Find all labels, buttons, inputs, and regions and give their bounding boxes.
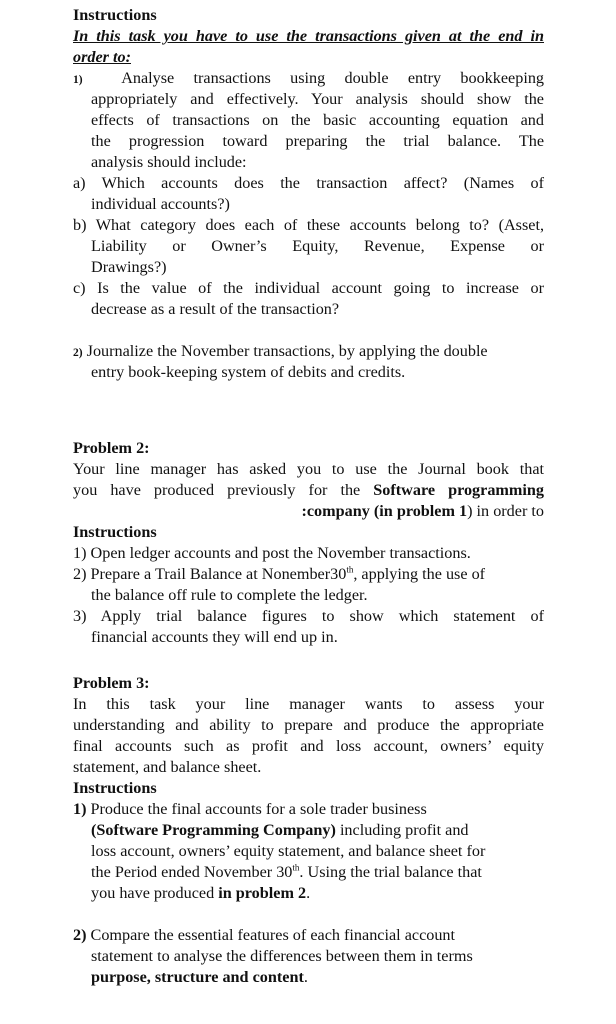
problem3-section: Problem 3: In this task your line manage… [73, 673, 544, 988]
problem3-para-line3: final accounts such as profit and loss a… [73, 737, 544, 755]
item2-journalize: 2) Journalize the November transactions,… [73, 341, 544, 383]
item1-text: Analyse transactions using double entry … [121, 69, 545, 87]
problem2-item2-line2: the balance off rule to complete the led… [91, 586, 368, 604]
document-page: Instructions In this task you have to us… [73, 5, 544, 988]
problem3-item2: 2) Compare the essential features of eac… [73, 925, 544, 988]
subitem-b-line3: Drawings?) [91, 258, 167, 276]
problem3-item1-line4-text: the Period ended November 30 [91, 863, 293, 881]
subitem-a-line2: individual accounts?) [91, 195, 230, 213]
item2-number: 2) [73, 347, 83, 359]
subitem-c-line1: c) Is the value of the individual accoun… [73, 279, 544, 297]
period: . [303, 968, 308, 986]
subitem-b-line1: b) What category does each of these acco… [73, 216, 544, 234]
company-name-bold: Software programming [373, 481, 544, 499]
problem3-para-line1: In this task your line manager wants to … [73, 695, 544, 713]
task-intro-line1: In this task you have to use the transac… [73, 27, 544, 45]
problem-ref-bold: in problem 2 [218, 884, 307, 902]
company-name-bold: (Software Programming Company) [91, 821, 336, 839]
problem3-item1-number: 1) [73, 800, 87, 818]
task-intro-line2-text: order to: [73, 48, 131, 66]
problem2-item3-line1: 3) Apply trial balance figures to show w… [73, 607, 544, 625]
subitem-c: c) Is the value of the individual accoun… [73, 278, 544, 320]
problem3-item1: 1) Produce the final accounts for a sole… [73, 799, 544, 904]
problem2-heading: Problem 2: [73, 439, 150, 457]
problem3-item2-number: 2) [73, 926, 87, 944]
problem2-para-line3: :company (in problem 1) in order to [73, 501, 544, 522]
subitem-a: a) Which accounts does the transaction a… [73, 173, 544, 215]
subitem-b-line2: Liability or Owner’s Equity, Revenue, Ex… [91, 237, 544, 255]
problem3-item1-line1: 1) Produce the final accounts for a sole… [73, 799, 544, 820]
problem2-para-line3-text: ) in order to [467, 502, 544, 520]
problem3-item1-line3: loss account, owners’ equity statement, … [91, 842, 486, 860]
problem2-item2-text-post: , applying the use of [353, 565, 486, 583]
problem3-item2-text: Compare the essential features of each f… [86, 926, 456, 944]
problem2-section: Problem 2: Your line manager has asked y… [73, 438, 544, 648]
item1-line3: effects of transactions on the basic acc… [91, 111, 544, 129]
period: . [306, 884, 311, 902]
item1-line1: 1) Analyse transactions using double ent… [73, 68, 544, 89]
problem3-item1-line5: you have produced in problem 2. [73, 883, 544, 904]
problem2-item3-line2: financial accounts they will end up in. [91, 628, 338, 646]
problem1-section: Instructions In this task you have to us… [73, 5, 544, 383]
subitem-c-line2: decrease as a result of the transaction? [91, 300, 340, 318]
item2-text: Journalize the November transactions, by… [86, 342, 488, 360]
problem3-heading: Problem 3: [73, 674, 150, 692]
item2-line2: entry book-keeping system of debits and … [91, 363, 406, 381]
problem3-para-line4: statement, and balance sheet. [73, 758, 262, 776]
problem2-item2-text: 2) Prepare a Trail Balance at Nonember30 [73, 565, 347, 583]
problem3-instructions-heading: Instructions [73, 779, 157, 797]
problem3-item2-line3: purpose, structure and content. [73, 967, 544, 988]
problem3-item2-line2: statement to analyse the differences bet… [91, 947, 473, 965]
problem3-item1-line4: the Period ended November 30th. Using th… [73, 862, 544, 883]
problem3-item1-line5-text: you have produced [91, 884, 219, 902]
task-intro-line2: order to: [73, 47, 544, 68]
problem2-item2-line1: 2) Prepare a Trail Balance at Nonember30… [73, 564, 544, 585]
problem2-para-line1: Your line manager has asked you to use t… [73, 460, 544, 478]
item1-number: 1) [73, 74, 83, 86]
problem2-instructions-heading: Instructions [73, 523, 157, 541]
problem3-item1-text: Produce the final accounts for a sole tr… [86, 800, 427, 818]
item1-analyse: 1) Analyse transactions using double ent… [73, 68, 544, 173]
problem3-para-line2: understanding and ability to prepare and… [73, 716, 544, 734]
subitem-b: b) What category does each of these acco… [73, 215, 544, 278]
problem3-item1-line2-text: including profit and [335, 821, 469, 839]
item1-line2: appropriately and effectively. Your anal… [91, 90, 544, 108]
problem2-item1: 1) Open ledger accounts and post the Nov… [73, 544, 471, 562]
instructions-heading: Instructions [73, 6, 157, 24]
item2-line1: 2) Journalize the November transactions,… [73, 341, 544, 362]
item1-line4: the progression toward preparing the tri… [91, 132, 544, 150]
subitem-a-line1: a) Which accounts does the transaction a… [73, 174, 544, 192]
problem3-item1-line2: (Software Programming Company) including… [73, 820, 544, 841]
problem3-item1-line4-post: . Using the trial balance that [299, 863, 482, 881]
item1-line5: analysis should include: [91, 153, 247, 171]
problem3-item2-line1: 2) Compare the essential features of eac… [73, 925, 544, 946]
purpose-structure-content-bold: purpose, structure and content [91, 968, 304, 986]
problem2-para-line2-text: you have produced previously for the [73, 481, 374, 499]
problem2-para-line2: you have produced previously for the Sof… [73, 480, 544, 501]
company-ref-bold: :company (in problem 1 [301, 502, 468, 520]
